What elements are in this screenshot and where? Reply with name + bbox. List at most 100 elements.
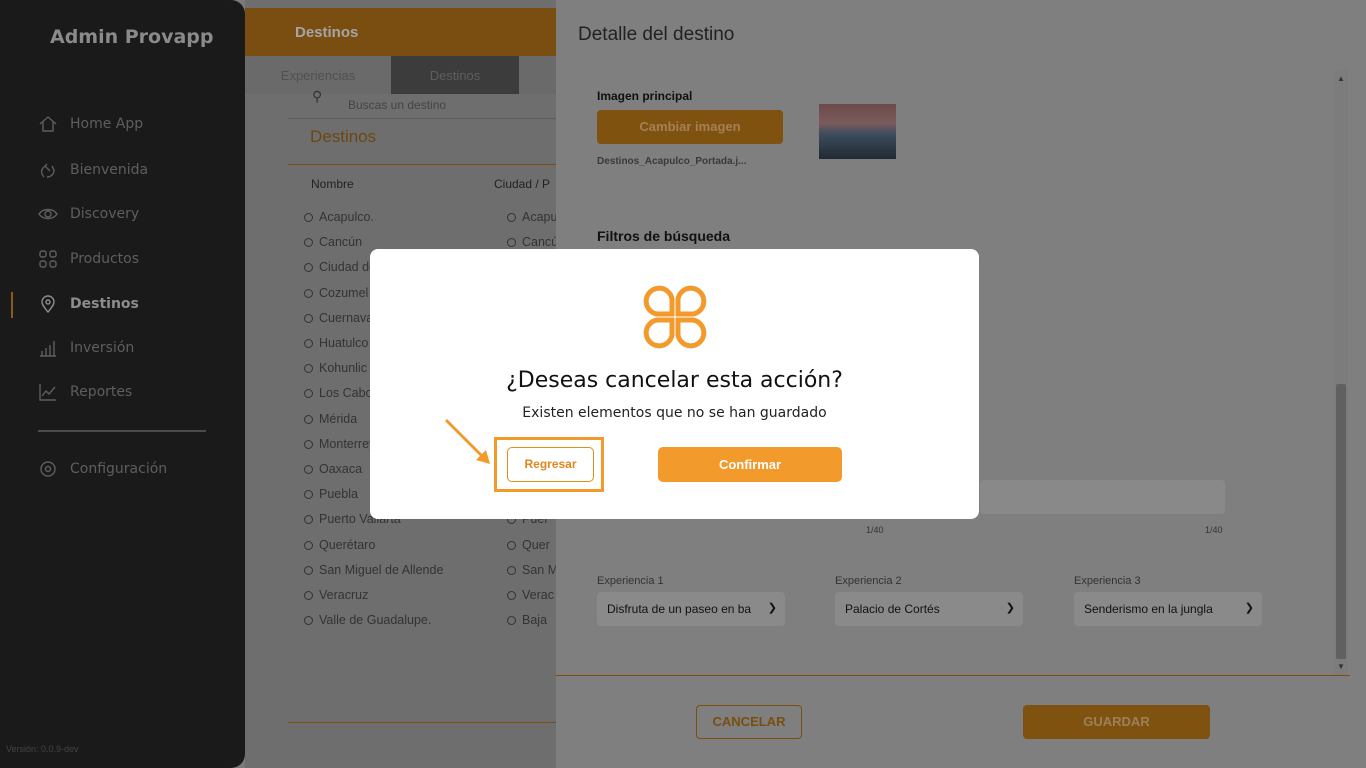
experience-1-label: Experiencia 1 xyxy=(597,575,664,587)
destination-name: Kohunlic xyxy=(319,361,367,375)
sidebar-item-label: Destinos xyxy=(70,296,139,312)
list-item[interactable]: Valle de Guadalupe. xyxy=(304,613,431,627)
version-label: Versión: 0.0.9-dev xyxy=(6,744,79,754)
list-item[interactable]: San Miguel de Allende xyxy=(304,563,443,577)
list-item[interactable]: Veracruz xyxy=(304,588,368,602)
radio-icon xyxy=(304,515,313,524)
destination-city: Verac xyxy=(522,588,554,602)
sidebar-item-productos[interactable]: Productos xyxy=(38,249,139,269)
list-item-city[interactable]: Quer xyxy=(507,538,556,552)
sidebar-item-reportes[interactable]: Reportes xyxy=(38,382,132,402)
home-icon xyxy=(39,116,57,132)
confirm-button[interactable]: Confirmar xyxy=(658,447,842,482)
radio-icon xyxy=(304,289,313,298)
radio-icon xyxy=(304,616,313,625)
scroll-up-icon[interactable]: ▲ xyxy=(1337,74,1345,83)
scrollbar-thumb[interactable] xyxy=(1336,384,1346,659)
sidebar: Admin Provapp Home App Bienvenida Discov… xyxy=(0,0,245,768)
back-button[interactable]: Regresar xyxy=(507,447,594,482)
destination-name: Puebla xyxy=(319,487,358,501)
list-item[interactable]: Acapulco. xyxy=(304,210,374,224)
list-item[interactable]: Puebla xyxy=(304,487,358,501)
list-item[interactable]: Ciudad de xyxy=(304,260,376,274)
radio-icon xyxy=(507,591,516,600)
list-item-city[interactable]: Acapulco xyxy=(507,210,556,224)
list-item-city[interactable]: Cancún xyxy=(507,235,556,249)
change-image-button[interactable]: Cambiar imagen xyxy=(597,110,783,144)
radio-icon xyxy=(304,314,313,323)
experience-3-select[interactable]: Senderismo en la jungla ❯ xyxy=(1074,592,1262,626)
radio-icon xyxy=(304,339,313,348)
column-header-nombre: Nombre xyxy=(311,177,354,191)
scroll-down-icon[interactable]: ▼ xyxy=(1337,662,1345,671)
radio-icon xyxy=(304,389,313,398)
select-value: Disfruta de un paseo en ba xyxy=(607,602,752,616)
image-label: Imagen principal xyxy=(597,89,693,103)
radio-icon xyxy=(507,213,516,222)
list-title: Destinos xyxy=(310,127,377,146)
radio-icon xyxy=(304,213,313,222)
drawer-footer-divider xyxy=(556,675,1350,676)
radio-icon xyxy=(304,440,313,449)
destination-name: Cozumel xyxy=(319,286,369,300)
experience-2-select[interactable]: Palacio de Cortés ❯ xyxy=(835,592,1023,626)
destination-name: Cuernava xyxy=(319,311,374,325)
destination-name: Huatulco xyxy=(319,336,369,350)
destination-name: Los Cabo xyxy=(319,386,373,400)
experience-1-select[interactable]: Disfruta de un paseo en ba ❯ xyxy=(597,592,785,626)
search-underline xyxy=(288,118,556,119)
list-item-city[interactable]: Baja xyxy=(507,613,556,627)
list-item-city[interactable]: Verac xyxy=(507,588,556,602)
destination-name: Acapulco. xyxy=(319,210,374,224)
radio-icon xyxy=(304,591,313,600)
top-bar: Destinos xyxy=(245,8,556,56)
destination-name: Querétaro xyxy=(319,538,376,552)
radio-icon xyxy=(304,415,313,424)
list-item[interactable]: Los Cabo xyxy=(304,386,373,400)
sidebar-item-label: Reportes xyxy=(70,384,133,400)
list-item[interactable]: Querétaro xyxy=(304,538,375,552)
list-item[interactable]: Kohunlic xyxy=(304,361,367,375)
char-counter: 1/40 xyxy=(1205,525,1223,535)
sidebar-item-label: Productos xyxy=(70,251,140,267)
page-title: Destinos xyxy=(295,24,359,41)
sidebar-item-bienvenida[interactable]: Bienvenida xyxy=(38,160,148,180)
experience-2-label: Experiencia 2 xyxy=(835,575,902,587)
list-item[interactable]: Mérida xyxy=(304,412,357,426)
sidebar-item-inversion[interactable]: Inversión xyxy=(38,338,134,358)
destination-name: Veracruz xyxy=(319,588,369,602)
list-footer-divider xyxy=(288,722,556,723)
destination-city: Acapulco xyxy=(522,210,556,224)
clover-logo-icon xyxy=(643,285,707,349)
select-value: Palacio de Cortés xyxy=(845,602,940,616)
destination-name: Ciudad de xyxy=(319,260,376,274)
sidebar-item-home-app[interactable]: Home App xyxy=(38,114,143,134)
tab-destinos[interactable]: Destinos xyxy=(391,56,519,94)
cancel-button[interactable]: CANCELAR xyxy=(696,705,802,739)
column-header-ciudad: Ciudad / P xyxy=(494,177,551,191)
list-item[interactable]: Cancún xyxy=(304,235,362,249)
list-item[interactable]: Cuernava xyxy=(304,311,373,325)
line-chart-icon xyxy=(39,384,56,401)
sidebar-item-destinos[interactable]: Destinos xyxy=(38,294,139,314)
sidebar-item-discovery[interactable]: Discovery xyxy=(38,204,139,224)
search-icon: ⚲ xyxy=(312,88,323,104)
sidebar-item-label: Inversión xyxy=(70,340,135,356)
destination-thumbnail xyxy=(819,104,896,159)
bar-chart-icon xyxy=(40,341,56,357)
sidebar-item-configuracion[interactable]: Configuración xyxy=(38,459,167,479)
list-item[interactable]: Oaxaca xyxy=(304,462,362,476)
list-item[interactable]: Monterrey xyxy=(304,437,375,451)
save-button[interactable]: GUARDAR xyxy=(1023,705,1210,739)
radio-icon xyxy=(507,566,516,575)
text-field[interactable] xyxy=(980,480,1225,514)
image-filename: Destinos_Acapulco_Portada.j... xyxy=(597,156,747,167)
list-item[interactable]: Huatulco xyxy=(304,336,368,350)
list-item-city[interactable]: San M xyxy=(507,563,556,577)
search-input[interactable]: Buscas un destino xyxy=(348,98,446,112)
radio-icon xyxy=(507,541,516,550)
sidebar-item-label: Discovery xyxy=(70,206,140,222)
radio-icon xyxy=(304,566,313,575)
list-item[interactable]: Cozumel xyxy=(304,286,368,300)
arrow-pointer-icon xyxy=(444,418,490,464)
